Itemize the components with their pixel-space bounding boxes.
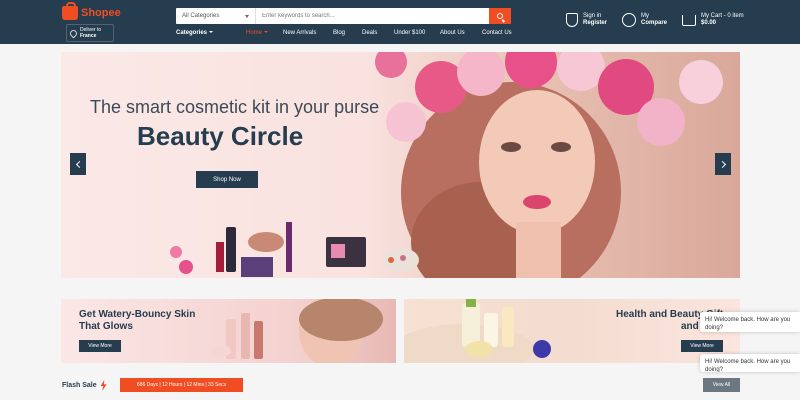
logo[interactable]: Shopee [62,2,121,20]
location-pin-icon [68,28,79,38]
top-header: Shopee Deliver to France All Categories … [0,0,800,44]
chevron-left-icon [75,160,83,168]
chevron-down-icon [264,31,269,34]
shopping-bag-icon [62,2,78,20]
search-input[interactable] [256,8,489,24]
deliver-to-selector[interactable]: Deliver to France [66,24,114,42]
cart-icon [682,14,696,26]
nav-new-arrivals[interactable]: New Arrivals [283,30,316,36]
deliver-country: France [80,33,97,39]
cart-total: $0.00 [701,20,717,26]
signin-label: Sign in [583,13,602,19]
hero-slider [61,52,740,278]
register-label: Register [583,20,608,26]
nav-home[interactable]: Home [246,30,269,36]
shop-now-button[interactable]: Shop Now [196,171,258,188]
cart-count: My Cart - 0 item [701,13,744,19]
banner-skin-title-2: That Glows [79,321,133,332]
chat-message[interactable]: Hi! Welcome back. How are you doing? [700,354,800,372]
search-bar: All Categories [176,8,511,24]
nav-blog[interactable]: Blog [333,30,345,36]
chevron-down-icon [245,14,249,18]
compare-label-2: Compare [641,20,668,26]
nav-categories[interactable]: Categories [176,30,214,36]
compare-label-1: My [641,13,649,19]
hero-prev-button[interactable] [70,153,86,175]
chat-message[interactable]: Hi! Welcome back. How are you doing? [700,312,800,332]
banner-skin-title-1: Get Watery-Bouncy Skin [79,309,196,320]
hero-image [170,52,723,278]
chevron-right-icon [718,160,726,168]
hero-title: Beauty Circle [137,121,304,151]
cart-link[interactable]: My Cart - 0 item $0.00 [682,13,744,27]
flash-sale-label: Flash Sale [62,382,97,389]
hero-next-button[interactable] [715,153,731,175]
banner-gift-view-more[interactable]: View More [681,340,723,352]
compare-link[interactable]: My Compare [622,13,667,27]
chevron-down-icon [209,31,214,34]
nav-deals[interactable]: Deals [362,30,377,36]
promo-banner-skin[interactable]: Get Watery-Bouncy Skin That Glows View M… [61,299,396,363]
nav-about-us[interactable]: About Us [440,30,465,36]
signin-link[interactable]: Sign in Register [566,13,607,27]
logo-text: Shopee [81,7,121,19]
view-all-button[interactable]: View All [703,378,740,392]
flash-sale-heading: Flash Sale [62,380,107,391]
category-select[interactable]: All Categories [176,8,256,24]
compare-icon [622,13,636,27]
lightning-icon [100,380,107,391]
promo-banner-gift[interactable]: Health and Beauty Gift and Pres View Mor… [404,299,740,363]
hero-subtitle: The smart cosmetic kit in your purse [90,97,380,117]
search-icon [497,13,503,19]
category-select-value: All Categories [182,13,220,19]
nav-under-100[interactable]: Under $100 [394,30,425,36]
shield-icon [566,13,578,27]
banner-skin-view-more[interactable]: View More [79,340,121,352]
countdown-timer: 686 Days | 12 Hours | 12 Mins | 33 Secs [120,378,243,392]
nav-contact-us[interactable]: Contact Us [482,30,512,36]
search-button[interactable] [489,8,511,24]
